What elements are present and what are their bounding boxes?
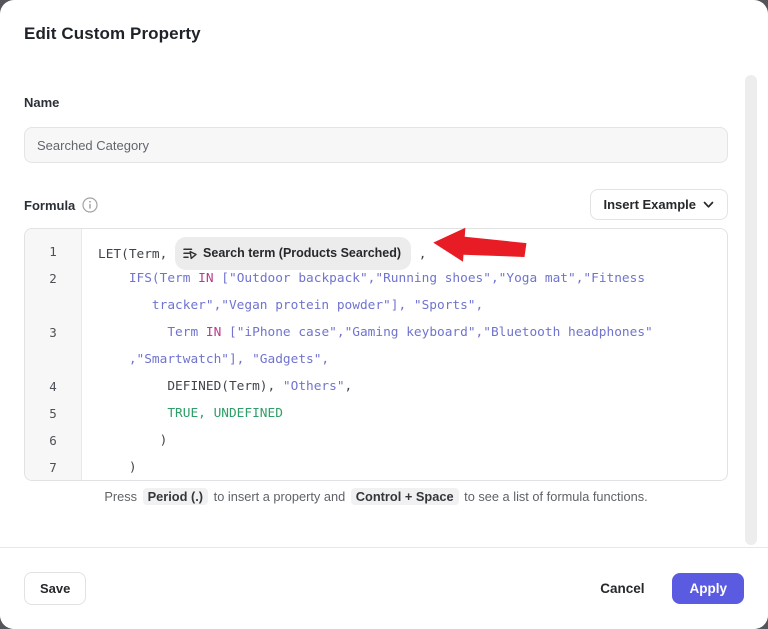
- property-pill[interactable]: Search term (Products Searched): [175, 237, 411, 270]
- insert-example-label: Insert Example: [604, 197, 697, 212]
- line-number: [25, 346, 81, 373]
- kbd-control-space: Control + Space: [351, 488, 459, 505]
- backdrop: { "modal": { "title": "Edit Custom Prope…: [0, 0, 768, 629]
- line-number: 4: [25, 373, 81, 400]
- formula-label: Formula: [24, 198, 75, 213]
- formula-code-rows: 1LET(Term, Search term (Products Searche…: [25, 238, 727, 481]
- code-row: ,"Smartwatch"], "Gadgets",: [25, 346, 727, 373]
- formula-editor[interactable]: 1LET(Term, Search term (Products Searche…: [24, 228, 728, 481]
- formula-label-row: Formula: [24, 197, 98, 213]
- property-pill-label: Search term (Products Searched): [203, 240, 401, 267]
- vertical-scrollbar[interactable]: [745, 75, 757, 545]
- line-number: 7: [25, 454, 81, 481]
- edit-custom-property-modal: Edit Custom Property Name Formula Insert…: [0, 0, 768, 629]
- code-row: 4 DEFINED(Term), "Others",: [25, 373, 727, 400]
- kbd-period: Period (.): [143, 488, 208, 505]
- code-row: 5 TRUE, UNDEFINED: [25, 400, 727, 427]
- code-line: ): [81, 454, 137, 481]
- save-button[interactable]: Save: [24, 572, 86, 605]
- code-line: tracker","Vegan protein powder"], "Sport…: [81, 292, 483, 319]
- info-icon[interactable]: [82, 197, 98, 213]
- code-line: LET(Term, Search term (Products Searched…: [81, 238, 426, 265]
- code-row: 3 Term IN ["iPhone case","Gaming keyboar…: [25, 319, 727, 346]
- modal-title: Edit Custom Property: [24, 24, 201, 44]
- code-line: ,"Smartwatch"], "Gadgets",: [81, 346, 329, 373]
- apply-button[interactable]: Apply: [672, 573, 744, 604]
- code-line: DEFINED(Term), "Others",: [81, 373, 352, 400]
- line-number: 2: [25, 265, 81, 292]
- code-line: Term IN ["iPhone case","Gaming keyboard"…: [81, 319, 653, 346]
- property-token-icon: [183, 247, 197, 260]
- line-number: 6: [25, 427, 81, 454]
- modal-footer: Save Cancel Apply: [0, 547, 768, 629]
- line-number: 3: [25, 319, 81, 346]
- code-row: 1LET(Term, Search term (Products Searche…: [25, 238, 727, 265]
- line-number: [25, 292, 81, 319]
- code-line: TRUE, UNDEFINED: [81, 400, 283, 427]
- editor-hint: Press Period (.) to insert a property an…: [24, 489, 728, 504]
- chevron-down-icon: [703, 201, 714, 209]
- line-number: 1: [25, 238, 81, 265]
- code-row: 6 ): [25, 427, 727, 454]
- code-line: ): [81, 427, 167, 454]
- cancel-button[interactable]: Cancel: [596, 573, 648, 604]
- name-input[interactable]: [24, 127, 728, 163]
- code-row: tracker","Vegan protein powder"], "Sport…: [25, 292, 727, 319]
- line-number: 5: [25, 400, 81, 427]
- code-row: 7 ): [25, 454, 727, 481]
- name-label: Name: [24, 95, 59, 110]
- insert-example-button[interactable]: Insert Example: [590, 189, 729, 220]
